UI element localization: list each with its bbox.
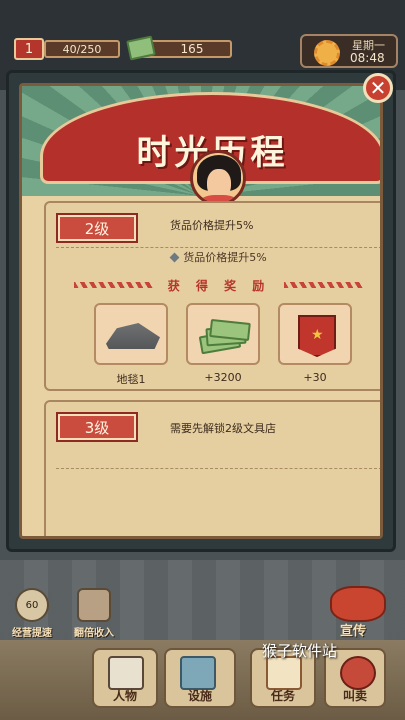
level-badge: 2级 — [56, 213, 138, 243]
effect-text: 货品价格提升5% — [183, 251, 267, 264]
megaphone-icon — [340, 656, 376, 690]
reward-item-carpet[interactable] — [94, 303, 168, 365]
decorative-stripe-right — [284, 282, 364, 288]
level-card-3: 3级 需要先解锁2级文具店 — [44, 400, 380, 536]
reward-item-banner[interactable]: ★ — [278, 303, 352, 365]
divider — [56, 247, 380, 248]
tab-label: 叫卖 — [342, 689, 367, 703]
reward-header: 获 得 奖 励 — [74, 277, 364, 293]
stopwatch-icon: 60 — [15, 588, 49, 622]
diamond-icon — [169, 252, 180, 263]
experience-counter: 40/250 — [44, 40, 120, 58]
level-description: 货品价格提升5% — [170, 219, 254, 232]
character-avatar — [190, 150, 246, 206]
banner-flag-icon: ★ — [298, 315, 336, 357]
reward-item-cash[interactable] — [186, 303, 260, 365]
close-button[interactable]: ✕ — [363, 73, 393, 103]
promo-drum-icon[interactable] — [330, 586, 386, 622]
cash-chest-icon — [77, 588, 111, 622]
sun-icon — [314, 40, 340, 66]
portrait-card-icon — [108, 656, 144, 690]
reward-label: +30 — [303, 371, 327, 384]
carpet-icon — [106, 323, 160, 349]
reward-label: +3200 — [204, 371, 242, 384]
time-label: 08:48 — [350, 51, 385, 65]
cash-stack-icon — [198, 318, 251, 355]
double-income-label: 翻倍收入 — [74, 628, 114, 639]
level-card-2: 2级 货品价格提升5% 货品价格提升5% 获 得 奖 励 地毯1 +3200 ★… — [44, 201, 380, 391]
player-level-badge: 1 — [14, 38, 44, 60]
watermark-text: 猴子软件站 — [262, 642, 338, 660]
time-journey-modal: 时光历程 2级 货品价格提升5% 货品价格提升5% 获 得 奖 励 地毯1 — [6, 70, 396, 552]
effect-line: 货品价格提升5% — [46, 249, 380, 265]
tab-facility[interactable]: 设施 — [164, 648, 236, 708]
toolbox-icon — [180, 656, 216, 690]
speedup-button[interactable]: 60 经营提速 — [6, 588, 58, 639]
task-scroll-icon — [266, 656, 302, 690]
speedup-label: 经营提速 — [12, 628, 52, 639]
reward-label: 地毯1 — [116, 373, 146, 386]
tab-label: 设施 — [187, 689, 212, 703]
promo-label: 宣传 — [340, 624, 367, 639]
level-badge: 3级 — [56, 412, 138, 442]
tab-label: 任务 — [270, 689, 295, 703]
modal-body: 时光历程 2级 货品价格提升5% 货品价格提升5% 获 得 奖 励 地毯1 — [19, 83, 383, 539]
tab-label: 人物 — [112, 689, 137, 703]
divider — [56, 468, 380, 469]
double-income-button[interactable]: 翻倍收入 — [68, 588, 120, 639]
tab-people[interactable]: 人物 — [92, 648, 158, 708]
level-description: 需要先解锁2级文具店 — [170, 422, 276, 435]
